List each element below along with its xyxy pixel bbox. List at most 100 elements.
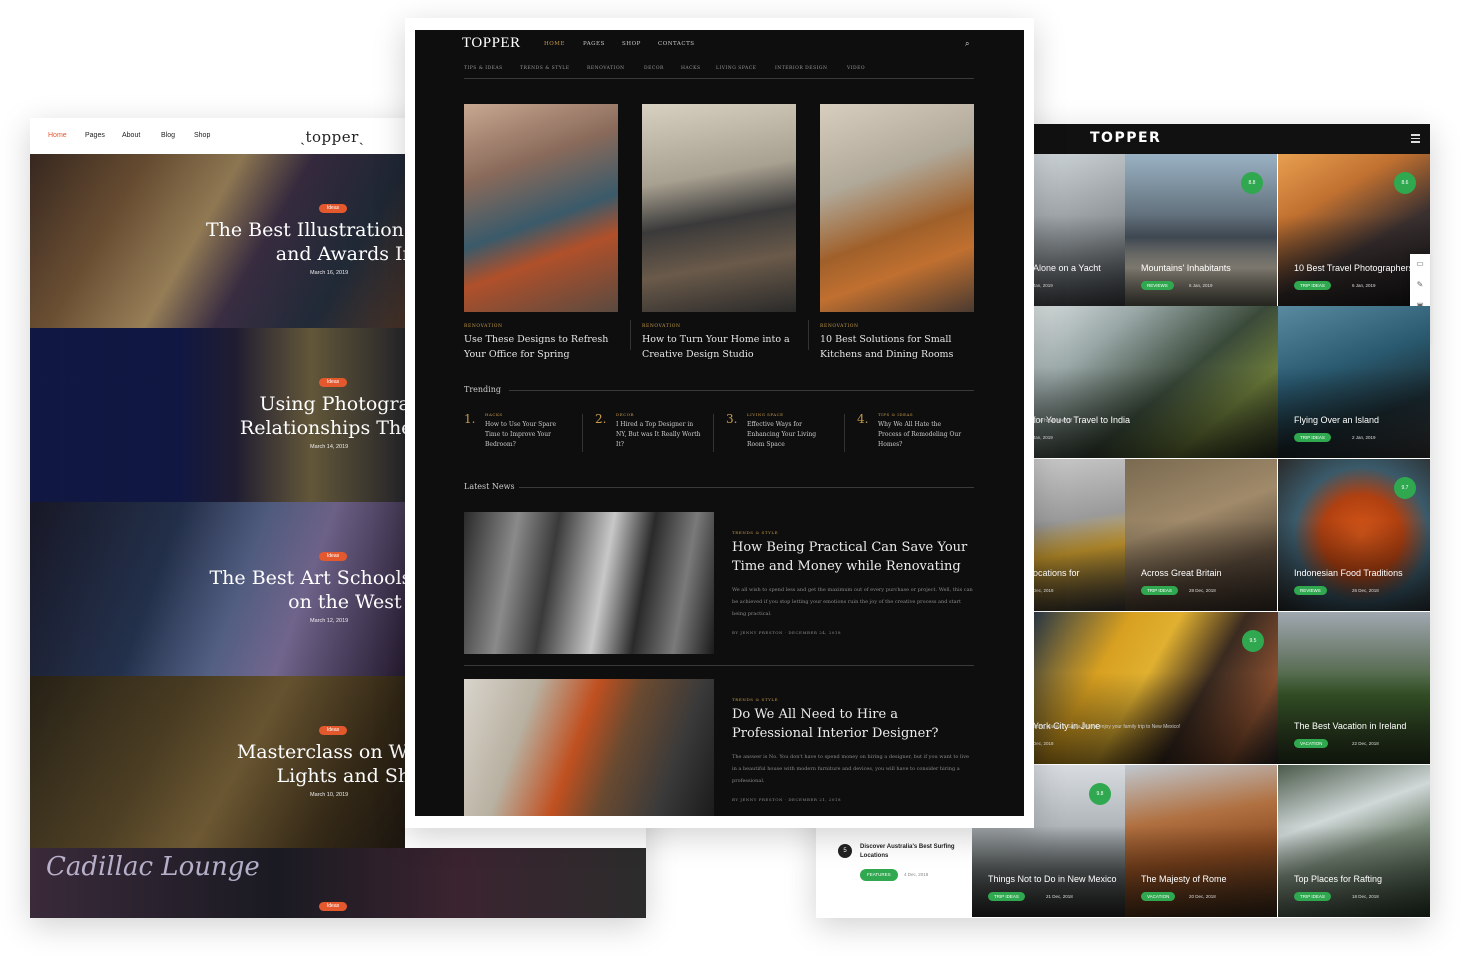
trending-title[interactable]: Effective Ways for Enhancing Your Living… [747,420,835,450]
post-tile[interactable]: 9.7 Indonesian Food Traditions REVIEWS 2… [1278,459,1430,611]
tile-title[interactable]: The Best Vacation in Ireland [1294,720,1424,732]
category-badge[interactable]: Ideas [319,726,347,735]
post-tile[interactable]: 8.6 10 Best Travel Photographers TRIP ID… [1278,154,1430,306]
news-category[interactable]: TRENDS & STYLE [732,530,778,535]
news-image[interactable] [464,679,714,816]
post-tile[interactable]: ocations for Dec, 2018 [1033,459,1125,611]
nav-contacts[interactable]: CONTACTS [658,41,695,47]
news-image[interactable] [464,512,714,654]
tile-title[interactable]: Indonesian Food Traditions [1294,567,1424,579]
tile-title[interactable]: ocations for [1033,567,1123,579]
tile-title[interactable]: Flying Over an Island [1294,414,1424,426]
featured-card[interactable]: RENOVATION How to Turn Your Home into a … [642,104,796,362]
tile-tag[interactable]: TRIP IDEAS [1294,433,1331,442]
post-tile[interactable]: Flying Over an Island TRIP IDEAS 2 Jan, … [1278,306,1430,458]
nav-pages[interactable]: Pages [85,132,105,139]
tile-tag[interactable]: REVIEWS [1141,281,1174,290]
featured-category[interactable]: RENOVATION [642,324,796,329]
left-post-card[interactable]: Ideas The Best Illustration Cor and Awar… [30,154,405,328]
nav-home[interactable]: HOME [544,41,565,47]
tile-title[interactable]: Across Great Britain [1141,567,1271,579]
category-badge[interactable]: Ideas [319,204,347,213]
left-post-card[interactable]: Ideas The Best Art Schools for on the We… [30,502,405,676]
category-link[interactable]: TIPS & IDEAS [464,66,503,71]
category-link[interactable]: DECOR [644,66,664,71]
post-tile[interactable]: Across Great Britain TRIP IDEAS 28 Dec, … [1125,459,1277,611]
tile-title[interactable]: The Majesty of Rome [1141,873,1271,885]
news-title[interactable]: Do We All Need to Hire a Professional In… [732,705,972,743]
trending-title[interactable]: How to Use Your Spare Time to Improve Yo… [485,420,573,450]
post-title[interactable]: The Best Illustration Cor and Awards In … [115,218,405,266]
featured-category[interactable]: RENOVATION [820,324,974,329]
list-item[interactable]: 5 Discover Australia's Best Surfing Loca… [838,836,958,906]
tile-title[interactable]: Top Places for Rafting [1294,873,1424,885]
nav-about[interactable]: About [122,132,140,139]
center-logo[interactable]: TOPPER [462,35,521,52]
category-badge[interactable]: Ideas [319,902,347,911]
trending-category[interactable]: TIPS & IDEAS [878,412,913,417]
search-icon[interactable]: ⌕ [965,39,969,49]
list-title[interactable]: Discover Australia's Best Surfing Locati… [860,843,956,861]
trending-title[interactable]: I Hired a Top Designer in NY, But was It… [616,420,704,450]
nav-pages[interactable]: PAGES [583,41,605,47]
featured-category[interactable]: RENOVATION [464,324,618,329]
post-tile[interactable]: 8.8 Mountains' Inhabitants REVIEWS 6 Jan… [1125,154,1277,306]
post-title[interactable]: Using Photography Relationships Therap [115,392,405,440]
featured-image[interactable] [642,104,796,312]
nav-home[interactable]: Home [48,132,67,139]
category-link[interactable]: RENOVATION [587,66,625,71]
category-link[interactable]: HACKS [681,66,701,71]
hamburger-menu-icon[interactable] [1411,134,1420,143]
left-logo[interactable]: ˎtopperˎ [300,128,364,147]
post-tile[interactable]: Top Places for Rafting TRIP IDEAS 18 Dec… [1278,765,1430,917]
news-category[interactable]: TRENDS & STYLE [732,697,778,702]
category-link[interactable]: VIDEO [847,66,865,71]
left-post-card[interactable]: Ideas Masterclass on Worki Lights and Sh… [30,676,405,850]
post-tile[interactable]: The Best Vacation in Ireland VACATION 22… [1278,612,1430,764]
post-tile[interactable]: 9.5 York City in June azing places in Sa… [1033,612,1278,764]
tile-title[interactable]: Things Not to Do in New Mexico [988,873,1118,885]
trending-number: 1. [464,412,476,426]
news-title[interactable]: How Being Practical Can Save Your Time a… [732,538,972,576]
nav-shop[interactable]: Shop [194,132,210,139]
nav-shop[interactable]: SHOP [622,41,641,47]
tile-title[interactable]: Mountains' Inhabitants [1141,262,1271,274]
latest-news-item[interactable]: TRENDS & STYLE How Being Practical Can S… [464,512,974,654]
category-link[interactable]: TRENDS & STYLE [520,66,570,71]
category-badge[interactable]: Ideas [319,552,347,561]
tile-tag[interactable]: VACATION [1141,892,1176,901]
featured-title[interactable]: 10 Best Solutions for Small Kitchens and… [820,333,974,362]
category-link[interactable]: LIVING SPACE [716,66,756,71]
trending-category[interactable]: DECOR [616,412,634,417]
category-badge[interactable]: Ideas [319,378,347,387]
latest-news-item[interactable]: TRENDS & STYLE Do We All Need to Hire a … [464,679,974,816]
featured-image[interactable] [820,104,974,312]
edit-icon[interactable]: ✎ [1415,280,1425,290]
trending-category[interactable]: HACKS [485,412,503,417]
tile-tag[interactable]: TRIP IDEAS [1294,281,1331,290]
tile-tag[interactable]: TRIP IDEAS [988,892,1025,901]
tile-title[interactable]: 10 Best Travel Photographers [1294,262,1424,274]
tile-tag[interactable]: TRIP IDEAS [1294,892,1331,901]
featured-card[interactable]: RENOVATION 10 Best Solutions for Small K… [820,104,974,362]
trending-category[interactable]: LIVING SPACE [747,412,784,417]
category-link[interactable]: INTERIOR DESIGN [775,66,827,71]
featured-title[interactable]: How to Turn Your Home into a Creative De… [642,333,796,362]
featured-card[interactable]: RENOVATION Use These Designs to Refresh … [464,104,618,362]
tile-tag[interactable]: VACATION [1294,739,1329,748]
left-post-card[interactable]: Cadillac Lounge Ideas [30,848,646,918]
post-tile[interactable]: The Majesty of Rome VACATION 20 Dec, 201… [1125,765,1277,917]
desktop-icon[interactable]: ▭ [1415,259,1425,269]
left-post-card[interactable]: Ideas Using Photography Relationships Th… [30,328,405,502]
tile-tag[interactable]: TRIP IDEAS [1141,586,1178,595]
post-title[interactable]: The Best Art Schools for on the West Coa [115,566,406,614]
tile-tag[interactable]: REVIEWS [1294,586,1327,595]
featured-title[interactable]: Use These Designs to Refresh Your Office… [464,333,618,362]
list-tag[interactable]: FEATURES [860,869,898,881]
post-title[interactable]: Masterclass on Worki Lights and Shado [115,740,405,788]
right-logo[interactable]: TOPPER [1090,130,1161,146]
trending-title[interactable]: Why We All Hate the Process of Remodelin… [878,420,966,450]
nav-blog[interactable]: Blog [161,132,175,139]
post-tile[interactable]: for You to Travel to India ry to have se… [1033,306,1278,458]
featured-image[interactable] [464,104,618,312]
